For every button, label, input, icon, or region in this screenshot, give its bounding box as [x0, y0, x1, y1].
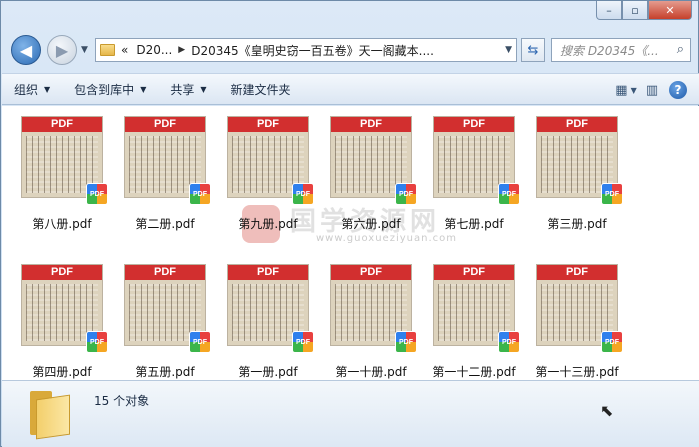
- forward-button[interactable]: ▶: [47, 35, 77, 65]
- chevron-down-icon: ▼: [140, 84, 147, 94]
- recent-pages-dropdown[interactable]: ▼: [81, 45, 88, 55]
- thumbnail-pdf-band: PDF: [537, 117, 617, 132]
- file-item[interactable]: PDF PDF 第七册.pdf: [414, 108, 520, 234]
- share-label: 共享: [170, 82, 195, 97]
- folder-icon: [100, 44, 115, 56]
- file-item[interactable]: PDF PDF 第一十三册.pdf: [517, 256, 623, 380]
- file-name: 第三册.pdf: [547, 217, 607, 231]
- view-grid-icon: ▦: [615, 82, 628, 98]
- help-icon: ?: [669, 81, 687, 99]
- navigation-bar: ◀ ▶ ▼ « D20... ▶ D20345《皇明史窃一百五卷》天一阁藏本..…: [1, 31, 699, 67]
- item-count: 15 个对象: [94, 394, 150, 408]
- file-item[interactable]: PDF PDF 第一册.pdf: [208, 256, 314, 380]
- chevron-down-icon: ▼: [44, 84, 51, 94]
- file-item[interactable]: PDF PDF 第一十册.pdf: [311, 256, 417, 380]
- caption-buttons: – ▫ ✕: [596, 1, 692, 21]
- organize-menu[interactable]: 组织 ▼: [2, 77, 62, 101]
- breadcrumb-item[interactable]: D20345《皇明史窃一百五卷》天一阁藏本....: [191, 42, 434, 59]
- maximize-button[interactable]: ▫: [622, 1, 648, 20]
- file-name: 第四册.pdf: [32, 365, 92, 379]
- new-folder-button[interactable]: 新建文件夹: [219, 77, 303, 101]
- minimize-button[interactable]: –: [596, 1, 622, 20]
- mouse-cursor-icon: ⬉: [600, 401, 614, 420]
- search-placeholder: 搜索 D20345《...: [560, 43, 659, 58]
- preview-pane-icon: ▥: [645, 82, 659, 98]
- refresh-button[interactable]: ⇆: [521, 38, 545, 62]
- include-in-library-menu[interactable]: 包含到库中 ▼: [62, 77, 158, 101]
- search-icon[interactable]: ⌕: [677, 42, 684, 57]
- file-item[interactable]: PDF PDF 第六册.pdf: [311, 108, 417, 234]
- file-name: 第一册.pdf: [238, 365, 298, 379]
- thumbnail-pdf-band: PDF: [228, 265, 308, 280]
- details-pane: 15 个对象 ⬉: [2, 380, 699, 447]
- thumbnail-pdf-band: PDF: [434, 265, 514, 280]
- file-name: 第一十册.pdf: [335, 365, 407, 379]
- file-name: 第九册.pdf: [238, 217, 298, 231]
- thumbnail-pdf-band: PDF: [125, 117, 205, 132]
- file-item[interactable]: PDF PDF 第四册.pdf: [2, 256, 108, 380]
- thumbnail-pdf-band: PDF: [537, 265, 617, 280]
- preview-pane-button[interactable]: ▥: [639, 78, 665, 102]
- file-item[interactable]: PDF PDF 第一十二册.pdf: [414, 256, 520, 380]
- file-item[interactable]: PDF PDF 第三册.pdf: [517, 108, 623, 234]
- file-item[interactable]: PDF PDF 第二册.pdf: [105, 108, 211, 234]
- file-name: 第二册.pdf: [135, 217, 195, 231]
- arrow-left-icon: ◀: [19, 40, 33, 60]
- include-in-library-label: 包含到库中: [74, 82, 135, 97]
- thumbnail-pdf-band: PDF: [331, 117, 411, 132]
- file-item[interactable]: PDF PDF 第九册.pdf: [208, 108, 314, 234]
- watermark-url: www.guoxueziyuan.com: [316, 233, 457, 244]
- address-bar[interactable]: « D20... ▶ D20345《皇明史窃一百五卷》天一阁藏本.... ▼: [95, 38, 517, 62]
- share-menu[interactable]: 共享 ▼: [158, 77, 218, 101]
- file-name: 第六册.pdf: [341, 217, 401, 231]
- view-controls: ▦ ▼ ▥ ?: [613, 78, 691, 102]
- pdf-file-icon: PDF: [601, 183, 623, 205]
- explorer-window: – ▫ ✕ ◀ ▶ ▼ « D20... ▶ D20345《皇明史窃一百五卷》天…: [0, 0, 699, 447]
- file-name: 第七册.pdf: [444, 217, 504, 231]
- new-folder-label: 新建文件夹: [230, 82, 291, 97]
- chevron-down-icon: ▼: [630, 85, 637, 95]
- thumbnail-pdf-band: PDF: [125, 265, 205, 280]
- file-item[interactable]: PDF PDF 第八册.pdf: [2, 108, 108, 234]
- file-name: 第一十二册.pdf: [432, 365, 516, 379]
- file-name: 第五册.pdf: [135, 365, 195, 379]
- organize-label: 组织: [14, 82, 39, 97]
- help-button[interactable]: ?: [665, 78, 691, 102]
- file-name: 第一十三册.pdf: [535, 365, 619, 379]
- chevron-down-icon: ▼: [200, 84, 207, 94]
- file-name: 第八册.pdf: [32, 217, 92, 231]
- back-button[interactable]: ◀: [11, 35, 41, 65]
- breadcrumb-separator-icon[interactable]: ▶: [178, 45, 185, 55]
- refresh-icon: ⇆: [527, 42, 539, 58]
- thumbnail-pdf-band: PDF: [228, 117, 308, 132]
- thumbnail-pdf-band: PDF: [22, 265, 102, 280]
- file-item[interactable]: PDF PDF 第五册.pdf: [105, 256, 211, 380]
- file-list: 国学资源网 www.guoxueziyuan.com PDF PDF 第八册.pdf…: [2, 106, 699, 380]
- pdf-file-icon: PDF: [601, 331, 623, 353]
- folder-icon: [26, 391, 72, 440]
- breadcrumb-overflow-chevron[interactable]: «: [121, 43, 128, 57]
- thumbnail-pdf-band: PDF: [331, 265, 411, 280]
- arrow-right-icon: ▶: [55, 40, 69, 60]
- change-view-button[interactable]: ▦ ▼: [613, 78, 639, 102]
- thumbnail-pdf-band: PDF: [22, 117, 102, 132]
- close-button[interactable]: ✕: [648, 1, 692, 20]
- command-bar: 组织 ▼ 包含到库中 ▼ 共享 ▼ 新建文件夹 ▦ ▼ ▥ ?: [2, 73, 699, 105]
- search-box[interactable]: 搜索 D20345《... ⌕: [551, 38, 691, 62]
- thumbnail-pdf-band: PDF: [434, 117, 514, 132]
- breadcrumb-item[interactable]: D20...: [136, 43, 172, 57]
- address-dropdown-icon[interactable]: ▼: [505, 45, 512, 55]
